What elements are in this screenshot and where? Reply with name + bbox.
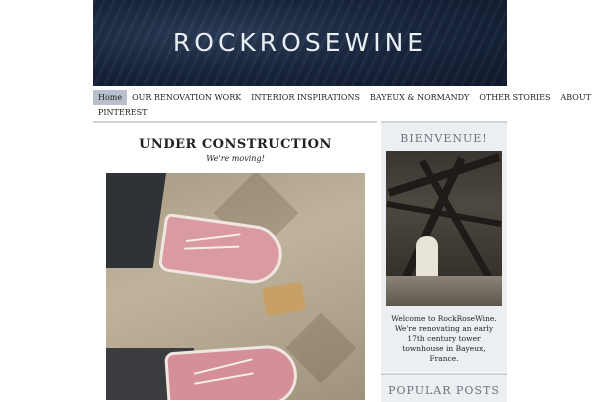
attic-floor bbox=[386, 276, 502, 306]
nav-item-home[interactable]: Home bbox=[93, 90, 128, 105]
nav-divider bbox=[93, 121, 377, 123]
welcome-text: Welcome to RockRoseWine. We're renovatin… bbox=[391, 314, 497, 363]
site-title[interactable]: ROCKROSEWINE bbox=[93, 28, 507, 57]
attic-image[interactable] bbox=[386, 151, 502, 306]
lace bbox=[184, 245, 240, 250]
post-image[interactable] bbox=[106, 173, 365, 400]
site-banner[interactable]: ROCKROSEWINE bbox=[93, 0, 507, 86]
popular-posts-title: POPULAR POSTS bbox=[388, 384, 500, 397]
popular-posts-widget: POPULAR POSTS bbox=[381, 373, 507, 402]
stone bbox=[261, 281, 307, 317]
nav-item-about[interactable]: ABOUT bbox=[555, 90, 595, 105]
welcome-widget: BIENVENUE! Welcome to RockRoseWine. We'r… bbox=[381, 121, 507, 372]
post-title[interactable]: UNDER CONSTRUCTION bbox=[106, 137, 365, 152]
lace bbox=[193, 358, 253, 375]
nav-item-renovation[interactable]: OUR RENOVATION WORK bbox=[127, 90, 246, 105]
nav-item-pinterest[interactable]: PINTEREST bbox=[93, 105, 152, 120]
leg-top bbox=[106, 173, 166, 268]
nav-item-other-stories[interactable]: OTHER STORIES bbox=[474, 90, 555, 105]
lace bbox=[185, 233, 241, 243]
sidebar: BIENVENUE! Welcome to RockRoseWine. We'r… bbox=[381, 121, 507, 372]
post-subtitle: We're moving! bbox=[206, 154, 265, 163]
nav-item-bayeux[interactable]: BAYEUX & NORMANDY bbox=[365, 90, 474, 105]
pink-sneaker-bottom bbox=[164, 343, 299, 400]
attic-window-light bbox=[416, 236, 438, 276]
nav-row-2: PINTEREST bbox=[93, 105, 507, 120]
nav-item-interior[interactable]: INTERIOR INSPIRATIONS bbox=[246, 90, 365, 105]
main-nav: Home OUR RENOVATION WORK INTERIOR INSPIR… bbox=[93, 90, 591, 120]
welcome-widget-title: BIENVENUE! bbox=[400, 132, 488, 145]
nav-row-1: Home OUR RENOVATION WORK INTERIOR INSPIR… bbox=[93, 90, 591, 105]
lace bbox=[194, 372, 254, 385]
